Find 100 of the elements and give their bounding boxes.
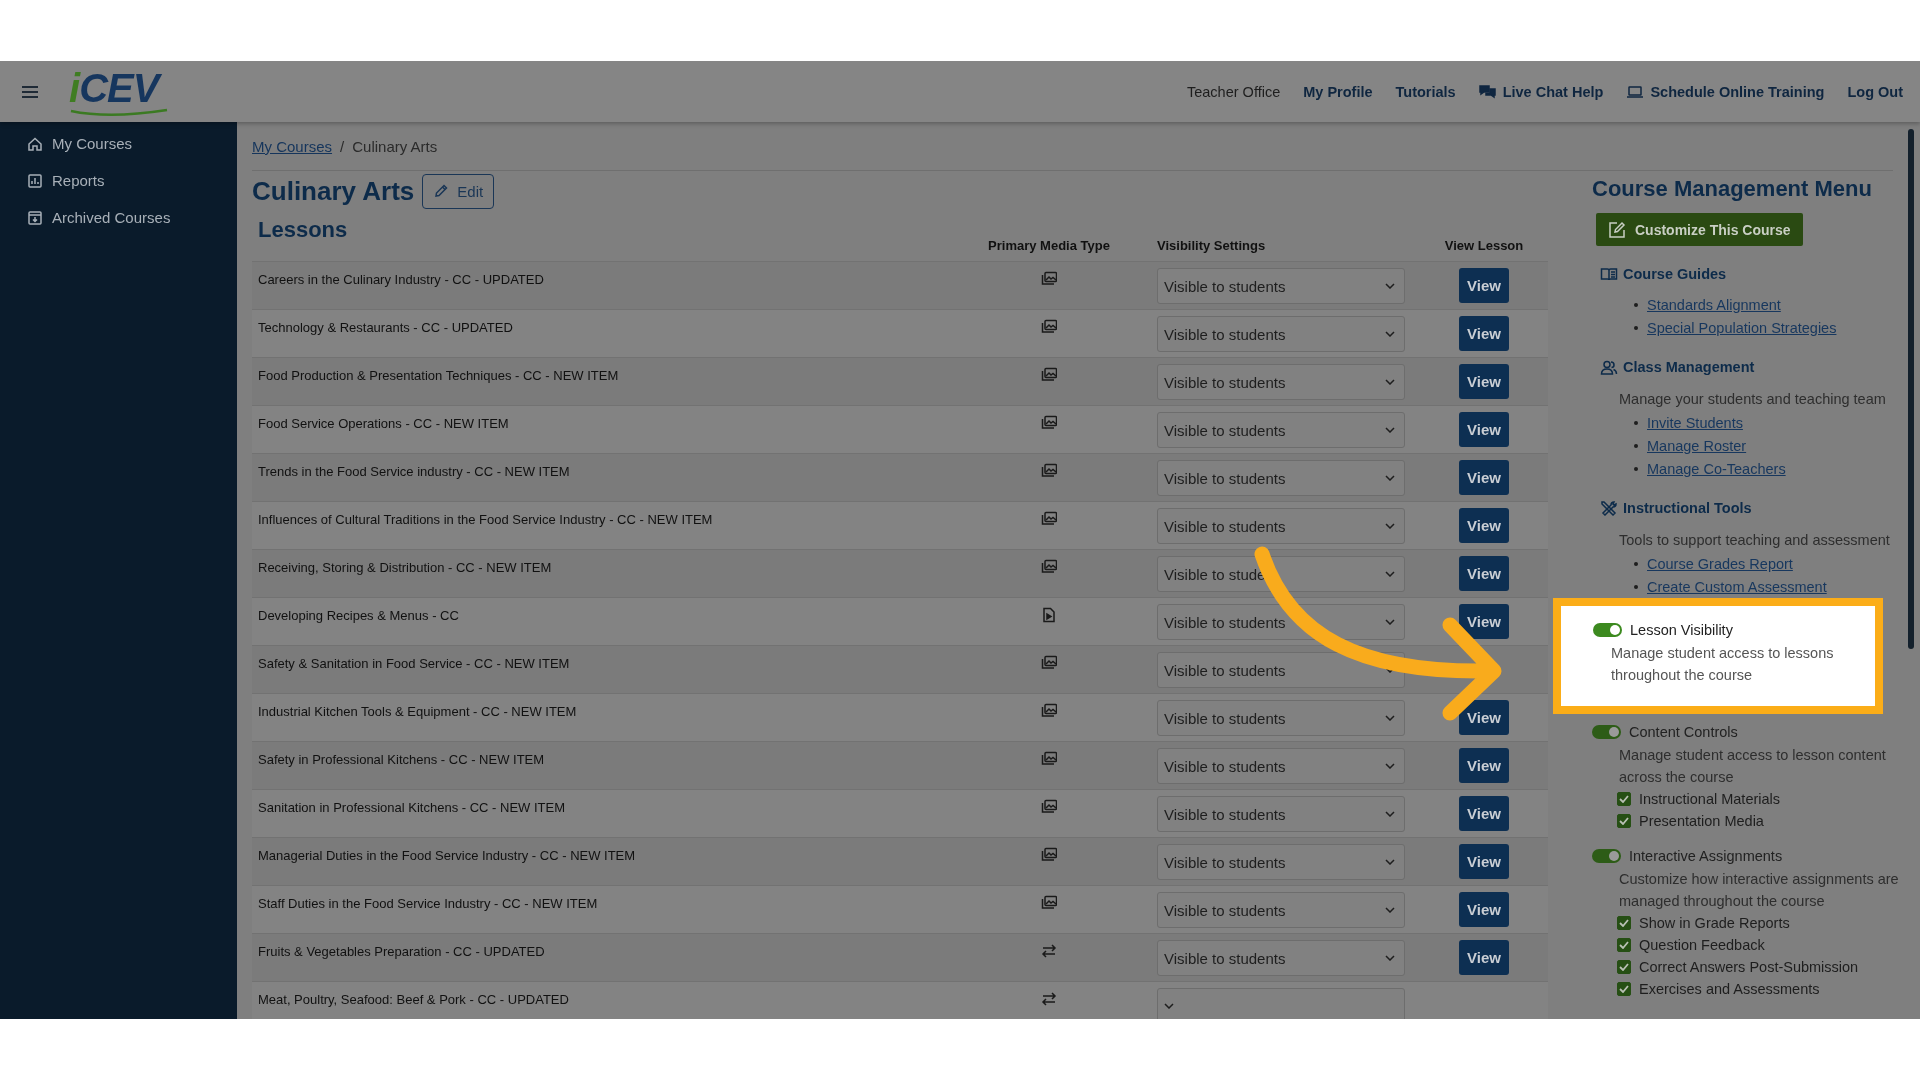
nav-link[interactable]: Live Chat Help bbox=[1478, 83, 1604, 100]
visibility-dropdown[interactable]: Visible to students bbox=[1157, 316, 1405, 352]
visibility-dropdown[interactable]: Visible to students bbox=[1157, 268, 1405, 304]
nav-link[interactable]: Log Out bbox=[1847, 83, 1903, 100]
view-button[interactable]: View bbox=[1459, 316, 1509, 351]
visibility-dropdown[interactable]: Visible to students bbox=[1157, 652, 1405, 688]
lesson-title: Trends in the Food Service industry - CC - NEW ITEM bbox=[257, 463, 571, 481]
view-button[interactable]: View bbox=[1459, 364, 1509, 399]
checkbox-label: Presentation Media bbox=[1639, 813, 1764, 829]
tools-icon bbox=[1600, 499, 1618, 516]
checkbox-label: Question Feedback bbox=[1639, 937, 1765, 953]
swap-arrows-icon bbox=[1041, 991, 1057, 1007]
lesson-title: Food Production & Presentation Techniques - CC - NEW ITEM bbox=[257, 367, 620, 385]
lesson-title: Careers in the Culinary Industry - CC - UPDATED bbox=[257, 271, 545, 289]
menu-icon[interactable] bbox=[21, 84, 39, 99]
visibility-dropdown[interactable]: Visible to students bbox=[1157, 748, 1405, 784]
description-text: Manage student access to lesson content across the course bbox=[1619, 746, 1887, 787]
breadcrumb-current: Culinary Arts bbox=[352, 137, 438, 155]
lesson-title: Managerial Duties in the Food Service Industry - CC - NEW ITEM bbox=[257, 847, 637, 865]
lesson-title: Industrial Kitchen Tools & Equipment - CC - NEW ITEM bbox=[257, 703, 578, 721]
bar-chart-icon bbox=[27, 172, 43, 189]
view-button[interactable]: View bbox=[1459, 892, 1509, 927]
visibility-dropdown[interactable]: Visible to students bbox=[1157, 604, 1405, 640]
page-title: Culinary Arts bbox=[252, 175, 415, 207]
sidebar-item[interactable]: Archived Courses bbox=[0, 199, 237, 236]
view-button[interactable]: View bbox=[1459, 700, 1509, 735]
visibility-dropdown[interactable]: Visible to stude bbox=[1157, 556, 1405, 592]
view-button[interactable]: View bbox=[1459, 412, 1509, 447]
visibility-dropdown[interactable]: Visible to students bbox=[1157, 892, 1405, 928]
customize-button[interactable]: Customize This Course bbox=[1596, 213, 1803, 246]
breadcrumb-separator: / bbox=[340, 137, 345, 155]
gallery-icon bbox=[1041, 271, 1057, 287]
gallery-icon bbox=[1041, 655, 1057, 671]
nav-link[interactable]: Schedule Online Training bbox=[1626, 83, 1825, 100]
chat-icon bbox=[1478, 84, 1497, 99]
breadcrumb-link[interactable]: My Courses bbox=[252, 137, 333, 155]
lesson-title: Receiving, Storing & Distribution - CC - NEW ITEM bbox=[257, 559, 553, 577]
chevron-down-icon bbox=[1385, 475, 1395, 481]
link[interactable]: Manage Roster bbox=[1647, 437, 1747, 454]
view-button[interactable]: View bbox=[1459, 268, 1509, 303]
toggle-switch[interactable] bbox=[1592, 724, 1621, 739]
checkbox[interactable] bbox=[1617, 792, 1631, 806]
view-button[interactable]: View bbox=[1459, 940, 1509, 975]
link[interactable]: Special Population Strategies bbox=[1647, 319, 1837, 336]
toggle-switch[interactable] bbox=[1592, 848, 1621, 863]
sidebar-item[interactable]: Reports bbox=[0, 162, 237, 199]
nav-link[interactable]: My Profile bbox=[1303, 83, 1373, 100]
link[interactable]: Invite Students bbox=[1647, 414, 1743, 431]
gallery-icon bbox=[1041, 559, 1057, 575]
lesson-title: Sanitation in Professional Kitchens - CC - NEW ITEM bbox=[257, 799, 567, 817]
column-header: View Lesson bbox=[1443, 238, 1525, 253]
view-button[interactable]: View bbox=[1459, 460, 1509, 495]
visibility-dropdown[interactable]: Visible to students bbox=[1157, 940, 1405, 976]
lesson-title: Meat, Poultry, Seafood: Beef & Pork - CC - UPDATED bbox=[257, 991, 570, 1009]
chevron-down-icon bbox=[1385, 619, 1395, 625]
view-button[interactable]: View bbox=[1459, 796, 1509, 831]
chevron-down-icon bbox=[1385, 763, 1395, 769]
checkbox-label: Exercises and Assessments bbox=[1639, 981, 1820, 997]
scrollbar-thumb[interactable] bbox=[1908, 129, 1914, 649]
view-button[interactable]: View bbox=[1459, 508, 1509, 543]
description-text: Tools to support teaching and assessment bbox=[1619, 531, 1891, 550]
checkbox-label: Instructional Materials bbox=[1639, 791, 1781, 807]
visibility-dropdown[interactable]: Visible to students bbox=[1157, 844, 1405, 880]
bullet-icon bbox=[1634, 325, 1638, 330]
lesson-title: Influences of Cultural Traditions in the Food Service Industry - CC - NEW ITEM bbox=[257, 511, 714, 529]
nav-link[interactable]: Tutorials bbox=[1395, 83, 1456, 100]
checkbox[interactable] bbox=[1617, 982, 1631, 996]
checkbox[interactable] bbox=[1617, 960, 1631, 974]
edit-icon bbox=[1608, 220, 1626, 239]
nav-link[interactable]: Teacher Office bbox=[1187, 83, 1281, 100]
gallery-icon bbox=[1041, 319, 1057, 335]
checkbox[interactable] bbox=[1617, 938, 1631, 952]
edit-button[interactable]: Edit bbox=[422, 173, 495, 209]
laptop-icon bbox=[1626, 84, 1645, 99]
swoosh-icon bbox=[69, 106, 169, 117]
visibility-dropdown[interactable]: Visible to students bbox=[1157, 508, 1405, 544]
chevron-down-icon bbox=[1385, 283, 1395, 289]
chevron-down-icon bbox=[1385, 907, 1395, 913]
visibility-dropdown[interactable]: Visible to students bbox=[1157, 364, 1405, 400]
link[interactable]: Create Custom Assessment bbox=[1647, 578, 1827, 595]
chevron-down-icon bbox=[1164, 1003, 1174, 1009]
logo[interactable]: iCEV bbox=[69, 66, 169, 117]
visibility-dropdown[interactable]: Visible to students bbox=[1157, 412, 1405, 448]
visibility-dropdown[interactable]: Visible to students bbox=[1157, 796, 1405, 832]
link[interactable]: Manage Co-Teachers bbox=[1647, 460, 1786, 477]
bullet-icon bbox=[1634, 561, 1638, 566]
sidebar-item[interactable]: My Courses bbox=[0, 125, 237, 162]
toggle-switch[interactable] bbox=[1593, 622, 1622, 637]
visibility-dropdown[interactable]: Visible to students bbox=[1157, 700, 1405, 736]
view-button[interactable]: View bbox=[1459, 604, 1509, 639]
view-button[interactable]: View bbox=[1459, 556, 1509, 591]
chevron-down-icon bbox=[1385, 955, 1395, 961]
checkbox[interactable] bbox=[1617, 916, 1631, 930]
section-heading: Lessons bbox=[257, 216, 349, 243]
view-button[interactable]: View bbox=[1459, 748, 1509, 783]
link[interactable]: Standards Alignment bbox=[1647, 296, 1781, 313]
visibility-dropdown[interactable]: Visible to students bbox=[1157, 460, 1405, 496]
view-button[interactable]: View bbox=[1459, 844, 1509, 879]
link[interactable]: Course Grades Report bbox=[1647, 555, 1793, 572]
checkbox[interactable] bbox=[1617, 814, 1631, 828]
